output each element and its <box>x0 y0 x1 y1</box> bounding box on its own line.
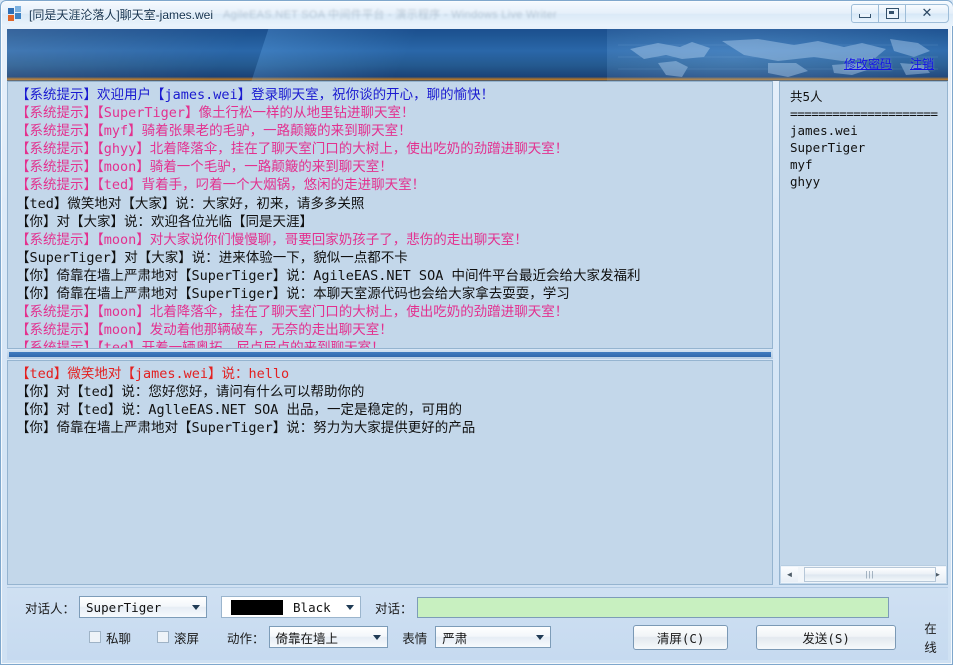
chat-line: 【你】倚靠在墙上严肃地对【SuperTiger】说：努力为大家提供更好的产品 <box>16 420 476 437</box>
chat-line: 【系统提示】【myf】骑着张果老的毛驴，一路颠簸的来到聊天室！ <box>16 123 412 140</box>
target-label: 对话人： <box>25 600 76 616</box>
chat-column: 【系统提示】欢迎用户【james.wei】登录聊天室，祝你谈的开心，聊的愉快！ 【… <box>7 81 773 585</box>
scroll-screen-label: 滚屏 <box>174 630 200 646</box>
chat-line: 【系统提示】欢迎用户【james.wei】登录聊天室，祝你谈的开心，聊的愉快！ <box>16 87 495 103</box>
banner-links: 修改密码 注销 <box>844 55 934 72</box>
composer-row-2: 私聊 滚屏 动作： 倚靠在墙上 表情 严肃 清屏(C) 发送(S) 在线 <box>7 621 948 655</box>
user-count-label: 共5人 <box>790 89 823 104</box>
clear-screen-button[interactable]: 清屏(C) <box>633 624 729 650</box>
change-password-link[interactable]: 修改密码 <box>844 55 892 72</box>
scroll-track[interactable]: ||| <box>798 567 936 582</box>
chat-line: 【SuperTiger】对【大家】说：进来体验一下，貌似一点都不卡 <box>16 249 408 266</box>
chat-history-lines: 【系统提示】欢迎用户【james.wei】登录聊天室，祝你谈的开心，聊的愉快！ 【… <box>8 82 772 349</box>
chat-line: 【你】对【ted】说：您好您好，请问有什么可以帮助你的 <box>16 384 365 401</box>
user-list-item[interactable]: myf <box>790 156 947 173</box>
chevron-down-icon <box>373 635 382 640</box>
emotion-select-value: 严肃 <box>442 630 468 646</box>
window-title: [同是天涯沦落人]聊天室-james.wei <box>29 7 214 22</box>
chat-line: 【系统提示】【moon】北着降落伞，挂在了聊天室门口的大树上，使出吃奶的劲蹭进聊… <box>16 304 569 321</box>
close-icon: ✕ <box>921 6 933 21</box>
composer-toolbar: 对话人： SuperTiger Black 对话： 私聊 滚屏 动作： 倚靠在墙… <box>7 587 948 660</box>
chat-line: 【系统提示】【ted】开着一辆奥拓，屁点屁点的来到聊天室！ <box>16 340 385 349</box>
action-select[interactable]: 倚靠在墙上 <box>268 626 389 648</box>
window-frame: [同是天涯沦落人]聊天室-james.wei AgileEAS.NET SOA … <box>0 0 953 665</box>
target-select-value: SuperTiger <box>86 599 162 615</box>
banner-sheen-mid <box>232 29 482 81</box>
chevron-down-icon <box>192 605 201 610</box>
status-badge: 在线 <box>924 621 937 655</box>
color-select[interactable]: Black <box>221 596 362 618</box>
header-banner: 修改密码 注销 <box>7 29 948 81</box>
composer-row-1: 对话人： SuperTiger Black 对话： <box>7 594 948 620</box>
chat-line: 【你】倚靠在墙上严肃地对【SuperTiger】说：本聊天室源代码也会给大家拿去… <box>16 286 570 303</box>
private-chat-box-icon[interactable] <box>89 631 101 643</box>
private-chat-label: 私聊 <box>106 630 132 646</box>
chat-line: 【系统提示】【ghyy】北着降落伞，挂在了聊天室门口的大树上，使出吃奶的劲蹭进聊… <box>16 141 569 158</box>
chat-line: 【系统提示】【moon】对大家说你们慢慢聊，哥要回家奶孩子了，悲伤的走出聊天室！ <box>16 231 528 248</box>
chat-line: 【你】对【大家】说：欢迎各位光临【同是天涯】 <box>16 213 313 230</box>
scroll-thumb[interactable]: ||| <box>804 567 936 582</box>
minimize-button[interactable] <box>851 4 879 23</box>
chat-recent-pane[interactable]: 【ted】微笑地对【james.wei】说：hello 【你】对【ted】说：您好… <box>7 360 773 585</box>
emotion-select[interactable]: 严肃 <box>435 626 552 648</box>
user-list-item[interactable]: SuperTiger <box>790 139 947 156</box>
title-bar[interactable]: [同是天涯沦落人]聊天室-james.wei AgileEAS.NET SOA … <box>2 2 953 26</box>
window-title-ghost: AgileEAS.NET SOA 中间件平台 - 演示程序 - Windows … <box>223 9 557 21</box>
user-list-panel[interactable]: 共5人 ===================== james.wei Super… <box>779 81 948 585</box>
maximize-button[interactable] <box>878 4 906 23</box>
chat-line: 【系统提示】【SuperTiger】像土行松一样的从地里钻进聊天室！ <box>16 105 415 122</box>
chat-line: 【ted】微笑地对【james.wei】说：hello <box>16 366 290 382</box>
color-select-value: Black <box>293 599 331 615</box>
color-swatch <box>231 599 284 615</box>
window-controls: ✕ <box>851 4 949 23</box>
send-label: 发送(S) <box>802 630 850 646</box>
message-label: 对话： <box>375 600 413 616</box>
chat-line: 【你】倚靠在墙上严肃地对【SuperTiger】说：AgileEAS.NET S… <box>16 267 641 284</box>
send-button[interactable]: 发送(S) <box>756 624 897 650</box>
chat-line: 【系统提示】【moon】骑着一个毛驴，一路颠簸的来到聊天室！ <box>16 159 393 176</box>
user-list-item[interactable]: ghyy <box>790 173 947 190</box>
target-select[interactable]: SuperTiger <box>79 596 208 618</box>
chat-line: 【ted】微笑地对【大家】说：大家好，初来，请多多关照 <box>16 195 365 212</box>
scroll-screen-box-icon[interactable] <box>157 631 170 643</box>
pane-splitter[interactable] <box>7 350 773 359</box>
private-chat-checkbox[interactable]: 私聊 <box>89 628 131 647</box>
app-icon <box>8 6 24 22</box>
maximize-icon <box>885 8 899 19</box>
user-rows: james.wei SuperTiger myf ghyy <box>790 122 947 190</box>
clear-screen-label: 清屏(C) <box>656 630 705 646</box>
message-input[interactable] <box>416 596 889 618</box>
logout-link[interactable]: 注销 <box>910 55 934 72</box>
user-list-separator: ===================== <box>790 106 938 121</box>
action-select-value: 倚靠在墙上 <box>275 630 339 646</box>
chat-room-window: [同是天涯沦落人]聊天室-james.wei AgileEAS.NET SOA … <box>0 0 953 665</box>
chevron-down-icon <box>536 635 545 640</box>
scroll-left-icon[interactable]: ◄ <box>781 567 798 582</box>
emotion-label: 表情 <box>402 630 428 646</box>
chevron-down-icon <box>346 605 355 610</box>
chat-line: 【你】对【ted】说：AglleEAS.NET SOA 出品，一定是稳定的，可用… <box>16 402 463 419</box>
minimize-icon <box>859 14 871 18</box>
chat-history-pane[interactable]: 【系统提示】欢迎用户【james.wei】登录聊天室，祝你谈的开心，聊的愉快！ 【… <box>7 81 773 349</box>
user-list-hscrollbar[interactable]: ◄ ||| ► <box>781 565 946 583</box>
main-area: 【系统提示】欢迎用户【james.wei】登录聊天室，祝你谈的开心，聊的愉快！ 【… <box>7 81 948 585</box>
chat-line: 【系统提示】【ted】背着手，叼着一个大烟锅，悠闲的走进聊天室！ <box>16 177 426 194</box>
user-list-item[interactable]: james.wei <box>790 122 947 139</box>
user-list-content: 共5人 ===================== james.wei Super… <box>780 82 947 566</box>
close-button[interactable]: ✕ <box>905 4 949 23</box>
chat-recent-lines: 【ted】微笑地对【james.wei】说：hello 【你】对【ted】说：您好… <box>8 361 772 437</box>
scroll-screen-checkbox[interactable]: 滚屏 <box>157 628 199 647</box>
action-label: 动作： <box>227 630 265 646</box>
chat-line: 【系统提示】【moon】发动着他那辆破车，无奈的走出聊天室！ <box>16 322 393 339</box>
